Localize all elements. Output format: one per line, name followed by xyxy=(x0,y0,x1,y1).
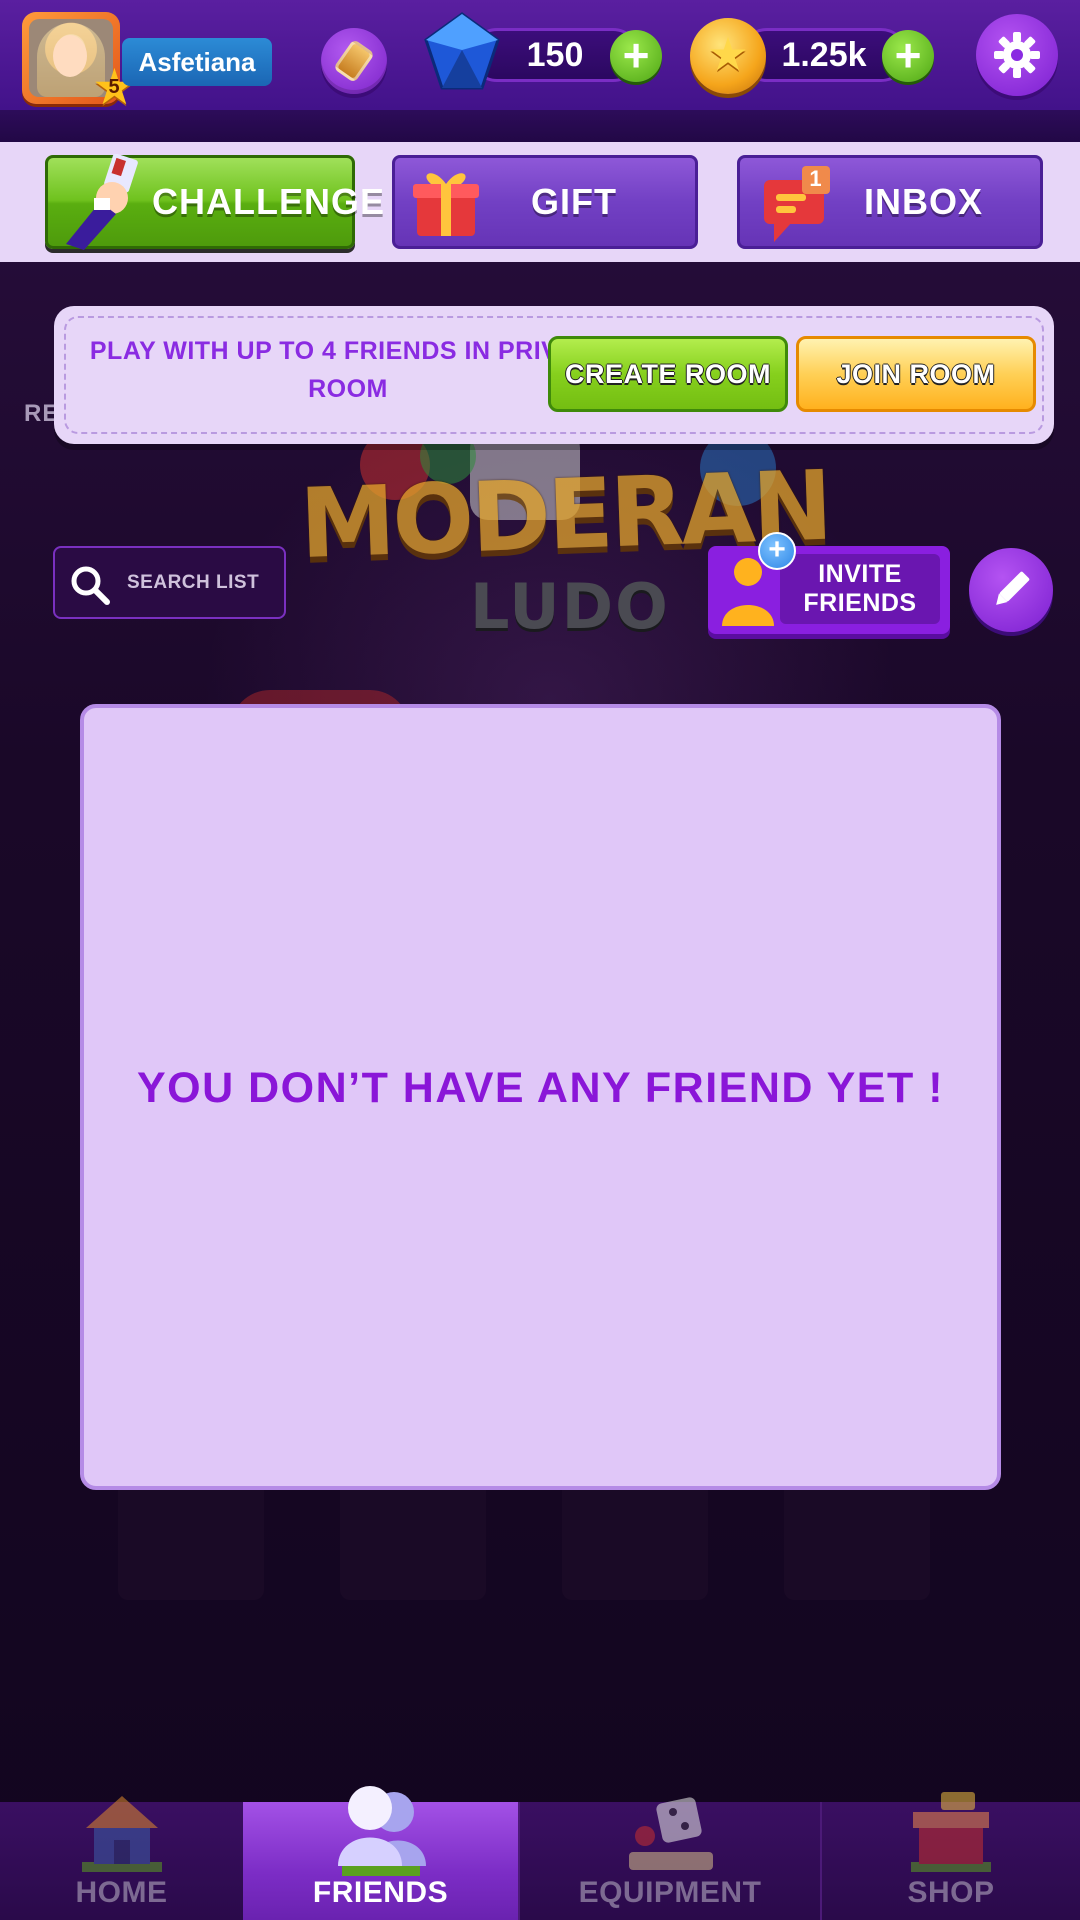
gear-icon xyxy=(994,32,1040,78)
avatar-face xyxy=(53,35,87,77)
search-placeholder: SEARCH LIST xyxy=(127,572,260,593)
friend-list-panel: YOU DON’T HAVE ANY FRIEND YET ! xyxy=(80,704,1001,1490)
player-username[interactable]: Asfetiana xyxy=(122,38,272,86)
nav-label-equipment: EQUIPMENT xyxy=(578,1876,762,1909)
inbox-badge: 1 xyxy=(809,166,823,191)
join-room-button[interactable]: JOIN ROOM xyxy=(796,336,1036,412)
gift-label: GIFT xyxy=(531,181,617,222)
dice-icon xyxy=(629,1797,713,1870)
nav-item-friends[interactable]: FRIENDS xyxy=(243,1786,518,1920)
nav-label-shop: SHOP xyxy=(907,1876,995,1909)
invite-friends-label: INVITE FRIENDS xyxy=(803,560,917,617)
shop-icon xyxy=(911,1792,991,1872)
invite-friends-button[interactable]: + INVITE FRIENDS xyxy=(708,532,950,634)
pencil-icon xyxy=(996,571,1030,605)
action-bar: CHALLENGE GIFT 1 INBOX xyxy=(0,142,1080,262)
add-coins-button[interactable]: + xyxy=(882,30,934,82)
search-input[interactable]: SEARCH LIST xyxy=(53,546,286,619)
house-icon xyxy=(81,1796,162,1872)
bonus-tube-button[interactable] xyxy=(321,28,387,94)
tube-icon xyxy=(333,38,375,84)
background-tile xyxy=(118,1480,264,1600)
nav-label-friends: FRIENDS xyxy=(312,1876,449,1909)
background-tile xyxy=(562,1480,708,1600)
challenge-button[interactable]: CHALLENGE xyxy=(45,154,384,250)
game-logo-title: MODERAN xyxy=(298,449,832,580)
inbox-label: INBOX xyxy=(864,181,984,222)
settings-button[interactable] xyxy=(976,14,1058,96)
add-gems-button[interactable]: + xyxy=(610,30,662,82)
top-bar-shadow-strip xyxy=(0,110,1080,142)
gem-count: 150 xyxy=(526,36,584,74)
game-logo-subtitle: LUDO xyxy=(470,570,670,643)
join-room-label: JOIN ROOM xyxy=(836,358,996,389)
nav-item-home[interactable]: HOME xyxy=(0,1796,243,1920)
create-room-label: CREATE ROOM xyxy=(565,358,771,389)
friends-icon xyxy=(337,1786,426,1876)
gift-button[interactable]: GIFT xyxy=(392,155,698,249)
private-room-description: PLAY WITH UP TO 4 FRIENDS IN PRIVATE ROO… xyxy=(89,337,607,403)
background-tile xyxy=(784,1480,930,1600)
inbox-button[interactable]: 1 INBOX xyxy=(737,155,1043,249)
private-room-panel: PLAY WITH UP TO 4 FRIENDS IN PRIVATE ROO… xyxy=(54,306,1054,444)
nav-label-home: HOME xyxy=(75,1876,168,1909)
coin-icon: ★ xyxy=(690,18,766,94)
bottom-nav: HOME FRIENDS EQUIPMENT SHOP xyxy=(0,1786,1080,1920)
nav-item-shop[interactable]: SHOP xyxy=(820,1792,1080,1920)
coin-count: 1.25k xyxy=(781,36,867,74)
create-room-button[interactable]: CREATE ROOM xyxy=(548,336,788,412)
edit-button[interactable] xyxy=(969,548,1053,632)
background-tile xyxy=(340,1480,486,1600)
hand-card-icon xyxy=(66,154,138,250)
search-icon xyxy=(71,566,110,605)
empty-friends-message: YOU DON’T HAVE ANY FRIEND YET ! xyxy=(136,1064,945,1112)
challenge-label: CHALLENGE xyxy=(152,181,385,222)
gift-icon xyxy=(413,173,479,236)
nav-item-equipment[interactable]: EQUIPMENT xyxy=(518,1797,820,1920)
gem-icon xyxy=(424,12,500,90)
